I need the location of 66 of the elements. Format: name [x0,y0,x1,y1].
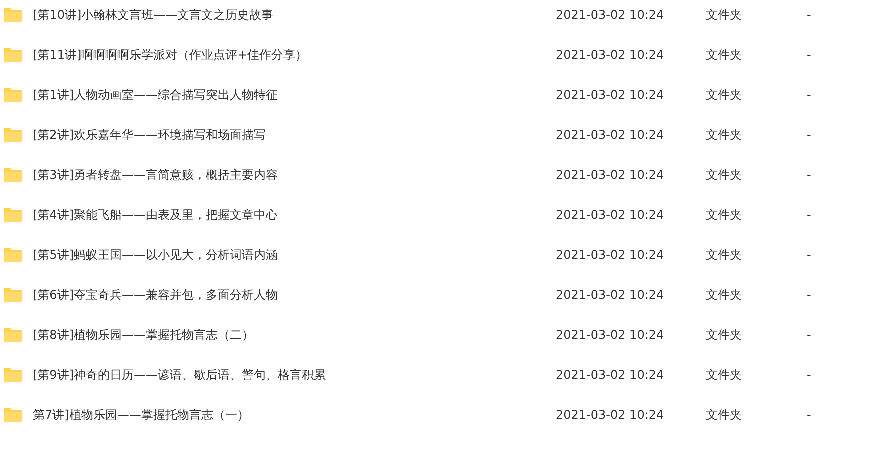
file-name: [第11讲]啊啊啊啊乐学派对（作业点评+佳作分享） [33,47,309,64]
file-type: 文件夹 [706,287,743,304]
file-row[interactable]: [第9讲]神奇的日历——谚语、歇后语、警句、格言积累 2021-03-02 10:24 文件夹 - [0,355,886,395]
modified-date: 2021-03-02 10:24 [556,247,666,264]
modified-date: 2021-03-02 10:24 [556,367,666,384]
file-size: - [807,287,812,304]
file-size: - [807,327,812,344]
folder-icon [3,247,23,263]
file-row[interactable]: [第8讲]植物乐园——掌握托物言志（二） 2021-03-02 10:24 文件夹 - [0,315,886,355]
modified-date: 2021-03-02 10:24 [556,327,666,344]
file-type: 文件夹 [706,167,743,184]
folder-icon [3,127,23,143]
file-name: [第8讲]植物乐园——掌握托物言志（二） [33,327,255,344]
file-type: 文件夹 [706,247,743,264]
file-name: [第4讲]聚能飞船——由表及里，把握文章中心 [33,207,279,224]
file-size: - [807,207,812,224]
file-row[interactable]: [第4讲]聚能飞船——由表及里，把握文章中心 2021-03-02 10:24 文件夹 - [0,195,886,235]
modified-date: 2021-03-02 10:24 [556,127,666,144]
file-type: 文件夹 [706,407,743,424]
file-name: [第10讲]小翰林文言班——文言文之历史故事 [33,7,275,24]
folder-icon [3,327,23,343]
modified-date: 2021-03-02 10:24 [556,407,666,424]
folder-icon [3,367,23,383]
file-type: 文件夹 [706,207,743,224]
folder-icon [3,407,23,423]
file-size: - [807,367,812,384]
file-size: - [807,47,812,64]
modified-date: 2021-03-02 10:24 [556,87,666,104]
file-name: [第5讲]蚂蚁王国——以小见大，分析词语内涵 [33,247,279,264]
file-name: [第6讲]夺宝奇兵——兼容并包，多面分析人物 [33,287,279,304]
modified-date: 2021-03-02 10:24 [556,47,666,64]
file-type: 文件夹 [706,87,743,104]
folder-icon [3,7,23,23]
file-size: - [807,127,812,144]
folder-icon [3,167,23,183]
modified-date: 2021-03-02 10:24 [556,167,666,184]
file-name: [第2讲]欢乐嘉年华——环境描写和场面描写 [33,127,267,144]
modified-date: 2021-03-02 10:24 [556,207,666,224]
file-size: - [807,87,812,104]
folder-icon [3,207,23,223]
modified-date: 2021-03-02 10:24 [556,287,666,304]
file-type: 文件夹 [706,327,743,344]
file-row[interactable]: [第3讲]勇者转盘——言简意赅，概括主要内容 2021-03-02 10:24 文件夹 - [0,155,886,195]
file-type: 文件夹 [706,47,743,64]
file-row[interactable]: 第7讲]植物乐园——掌握托物言志（一） 2021-03-02 10:24 文件夹 - [0,395,886,435]
modified-date: 2021-03-02 10:24 [556,7,666,24]
file-type: 文件夹 [706,127,743,144]
file-row[interactable]: [第10讲]小翰林文言班——文言文之历史故事 2021-03-02 10:24 文件夹 - [0,0,886,35]
file-row[interactable]: [第11讲]啊啊啊啊乐学派对（作业点评+佳作分享） 2021-03-02 10:24 文件夹 - [0,35,886,75]
file-type: 文件夹 [706,367,743,384]
file-name: [第3讲]勇者转盘——言简意赅，概括主要内容 [33,167,279,184]
file-row[interactable]: [第2讲]欢乐嘉年华——环境描写和场面描写 2021-03-02 10:24 文件夹 - [0,115,886,155]
folder-icon [3,287,23,303]
file-size: - [807,7,812,24]
file-name: 第7讲]植物乐园——掌握托物言志（一） [33,407,250,424]
file-name: [第1讲]人物动画室——综合描写突出人物特征 [33,87,279,104]
folder-icon [3,87,23,103]
file-type: 文件夹 [706,7,743,24]
file-row[interactable]: [第6讲]夺宝奇兵——兼容并包，多面分析人物 2021-03-02 10:24 文件夹 - [0,275,886,315]
file-name: [第9讲]神奇的日历——谚语、歇后语、警句、格言积累 [33,367,327,384]
file-size: - [807,407,812,424]
file-size: - [807,247,812,264]
file-row[interactable]: [第1讲]人物动画室——综合描写突出人物特征 2021-03-02 10:24 文件夹 - [0,75,886,115]
file-size: - [807,167,812,184]
folder-icon [3,47,23,63]
file-row[interactable]: [第5讲]蚂蚁王国——以小见大，分析词语内涵 2021-03-02 10:24 文件夹 - [0,235,886,275]
